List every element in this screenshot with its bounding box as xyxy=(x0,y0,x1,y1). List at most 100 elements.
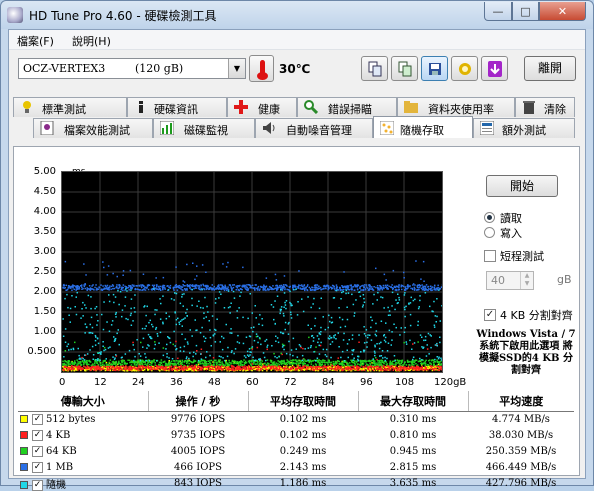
scatter-point xyxy=(321,298,323,300)
scatter-point xyxy=(271,304,273,306)
scatter-point xyxy=(238,367,240,369)
short-test-label: 短程測試 xyxy=(500,248,544,264)
scatter-point xyxy=(85,368,87,370)
spinner-arrows-icon[interactable]: ▲▼ xyxy=(520,272,533,289)
scatter-point xyxy=(285,308,287,310)
scatter-point xyxy=(299,285,301,287)
title-bar[interactable]: HD Tune Pro 4.60 - 硬碟檢測工具 — □ ✕ xyxy=(1,1,593,29)
scatter-point xyxy=(363,294,365,296)
scatter-point xyxy=(228,289,230,291)
series-visible-checkbox[interactable]: ✓ xyxy=(32,414,43,425)
scatter-point xyxy=(260,369,262,371)
scatter-point xyxy=(332,341,334,343)
menu-help[interactable]: 說明(H) xyxy=(72,33,111,49)
download-button[interactable] xyxy=(481,56,508,81)
app-icon[interactable] xyxy=(7,7,23,23)
start-button[interactable]: 開始 xyxy=(486,175,558,197)
series-visible-checkbox[interactable]: ✓ xyxy=(32,462,43,473)
short-test-size-input[interactable]: 40 ▲▼ xyxy=(486,271,534,290)
series-visible-checkbox[interactable]: ✓ xyxy=(32,430,43,441)
tab-error-scan[interactable]: 錯誤掃瞄 xyxy=(297,97,397,117)
write-radio[interactable] xyxy=(484,227,495,238)
scatter-point xyxy=(74,285,76,287)
tab-folder-usage[interactable]: 資料夾使用率 xyxy=(397,97,515,117)
scatter-point xyxy=(441,367,442,369)
series-visible-checkbox[interactable]: ✓ xyxy=(32,446,43,457)
short-test-checkbox[interactable] xyxy=(484,250,496,262)
scatter-point xyxy=(222,357,224,359)
chevron-down-icon[interactable]: ▼ xyxy=(228,59,245,78)
scatter-point xyxy=(143,274,145,276)
scatter-point xyxy=(71,290,73,292)
maximize-button[interactable]: □ xyxy=(512,2,539,21)
menu-file[interactable]: 檔案(F) xyxy=(17,33,54,49)
tab-disk-monitor[interactable]: 磁碟監視 xyxy=(153,118,255,138)
tab-info[interactable]: 硬碟資訊 xyxy=(127,97,227,117)
copy-screenshot-button[interactable] xyxy=(391,56,418,81)
scatter-point xyxy=(283,284,285,286)
scatter-point xyxy=(390,286,392,288)
scatter-point xyxy=(240,365,242,367)
scatter-point xyxy=(112,273,114,275)
close-button[interactable]: ✕ xyxy=(539,2,586,21)
scatter-point xyxy=(63,364,65,366)
scatter-point xyxy=(412,289,414,291)
scatter-point xyxy=(316,287,318,289)
scatter-point xyxy=(338,332,340,334)
scatter-point xyxy=(273,288,275,290)
scatter-point xyxy=(201,349,203,351)
align-4kb-checkbox[interactable]: ✓ xyxy=(484,309,496,321)
tab-erase[interactable]: 清除 xyxy=(515,97,575,117)
scatter-point xyxy=(374,351,376,353)
scatter-point xyxy=(404,292,406,294)
scatter-point xyxy=(308,337,310,339)
temperature-button[interactable] xyxy=(249,55,274,82)
tab-random-access[interactable]: 隨機存取 xyxy=(373,116,473,138)
scatter-point xyxy=(357,369,359,371)
scatter-point xyxy=(413,300,415,302)
scatter-point xyxy=(169,363,171,365)
exit-button[interactable]: 離開 xyxy=(524,56,576,81)
scatter-point xyxy=(151,363,153,365)
scatter-point xyxy=(179,285,181,287)
scatter-point xyxy=(385,341,387,343)
scatter-point xyxy=(302,364,304,366)
minimize-button[interactable]: — xyxy=(484,2,512,21)
scatter-point xyxy=(301,367,303,369)
scatter-point xyxy=(204,341,206,343)
tab-health[interactable]: 健康 xyxy=(227,97,297,117)
scatter-point xyxy=(154,285,156,287)
scatter-point xyxy=(83,364,85,366)
x-tick-label: 96 xyxy=(360,377,373,388)
scatter-point xyxy=(435,344,437,346)
health-options-button[interactable] xyxy=(451,56,478,81)
scatter-point xyxy=(411,297,413,299)
tab-file-benchmark[interactable]: 檔案效能測試 xyxy=(33,118,153,138)
scatter-point xyxy=(426,366,428,368)
tab-extra-tests[interactable]: 額外測試 xyxy=(473,118,575,138)
tab-benchmark[interactable]: 標準測試 xyxy=(13,97,127,117)
scatter-point xyxy=(259,314,261,316)
scatter-point xyxy=(161,367,163,369)
scatter-point xyxy=(303,311,305,313)
scatter-point xyxy=(362,306,364,308)
scatter-point xyxy=(111,286,113,288)
save-button[interactable] xyxy=(421,56,448,81)
scatter-point xyxy=(343,271,345,273)
scatter-point xyxy=(389,310,391,312)
tab-aam[interactable]: 自動噪音管理 xyxy=(255,118,373,138)
read-radio[interactable] xyxy=(484,212,495,223)
scatter-point xyxy=(252,357,254,359)
scatter-point xyxy=(264,357,266,359)
scatter-point xyxy=(401,369,403,371)
scatter-point xyxy=(394,286,396,288)
scatter-point xyxy=(344,286,346,288)
scatter-point xyxy=(398,368,400,370)
scatter-point xyxy=(207,311,209,313)
drive-select[interactable]: OCZ-VERTEX3 (120 gB) ▼ xyxy=(18,58,246,79)
series-visible-checkbox[interactable]: ✓ xyxy=(32,480,43,491)
scatter-point xyxy=(123,287,125,289)
scatter-point xyxy=(336,362,338,364)
scatter-point xyxy=(300,345,302,347)
copy-text-button[interactable] xyxy=(361,56,388,81)
